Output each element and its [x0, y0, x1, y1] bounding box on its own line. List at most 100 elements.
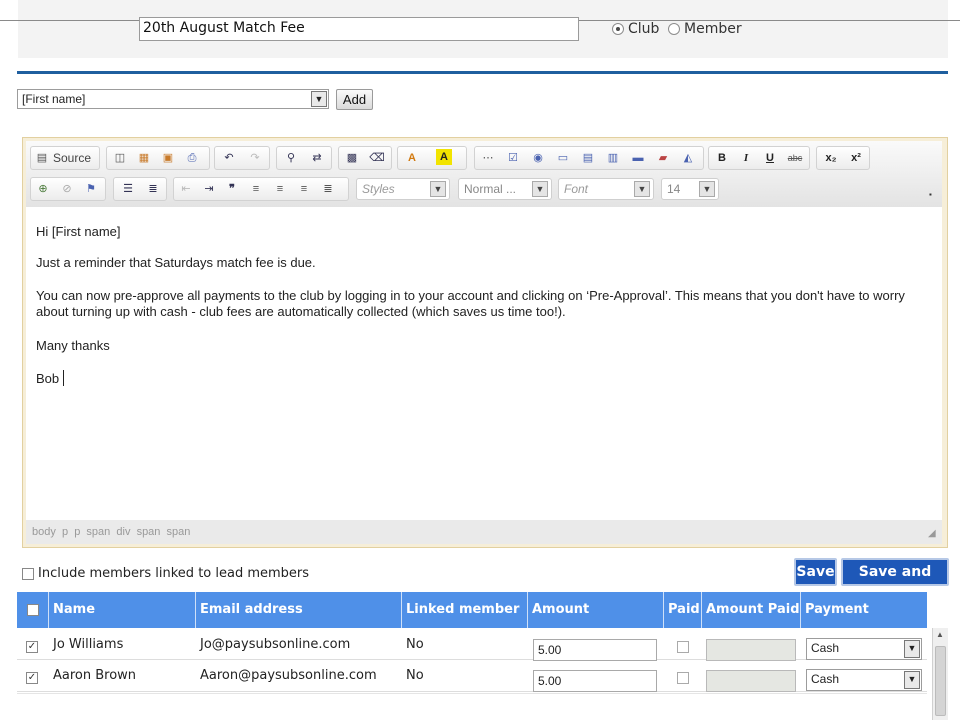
source-icon[interactable]: ▤: [32, 148, 52, 168]
italic-icon[interactable]: I: [736, 148, 756, 168]
chevron-down-icon[interactable]: ▼: [699, 181, 715, 197]
element-path[interactable]: body p p span div span span: [32, 526, 190, 538]
outdent-icon[interactable]: ⇤: [176, 179, 196, 199]
sign-off-line: Many thanks: [36, 338, 110, 353]
preview-icon[interactable]: ◫: [110, 148, 130, 168]
subject-input[interactable]: 20th August Match Fee: [139, 17, 579, 41]
paid-checkbox[interactable]: [677, 641, 689, 653]
merge-field-select[interactable]: [First name] ▼: [17, 89, 329, 109]
payment-method-value: Cash: [811, 641, 840, 655]
collapse-toolbar-icon[interactable]: ▪: [929, 190, 932, 199]
subscript-icon[interactable]: x₂: [821, 148, 841, 168]
format-combo[interactable]: Normal ... ▼: [458, 178, 552, 200]
header-name[interactable]: Name: [49, 592, 196, 628]
toolbar-group-select: ▩ ⌫: [338, 146, 392, 170]
paid-checkbox[interactable]: [677, 672, 689, 684]
styles-combo[interactable]: Styles ▼: [356, 178, 450, 200]
table-scrollbar[interactable]: ▲: [932, 628, 948, 720]
amount-paid-input[interactable]: [706, 670, 796, 692]
paste-word-icon[interactable]: ▣: [158, 148, 178, 168]
checkbox-icon[interactable]: ☑: [503, 148, 523, 168]
include-linked-checkbox[interactable]: [22, 568, 34, 580]
text-color-icon[interactable]: A: [402, 148, 422, 168]
form-icon[interactable]: ⋯: [478, 148, 498, 168]
link-icon[interactable]: ⊕: [33, 179, 53, 199]
toolbar-group-find: ⚲ ⇄: [276, 146, 332, 170]
textarea-icon[interactable]: ▤: [578, 148, 598, 168]
linked-member-value: No: [406, 668, 424, 683]
size-combo-label: 14: [667, 182, 681, 196]
strikethrough-icon[interactable]: abc: [785, 148, 805, 168]
underline-icon[interactable]: U: [760, 148, 780, 168]
hidden-field-icon[interactable]: ◭: [678, 148, 698, 168]
chevron-down-icon[interactable]: ▼: [311, 91, 327, 107]
select-field-icon[interactable]: ▥: [603, 148, 623, 168]
chevron-down-icon[interactable]: ▼: [904, 640, 920, 658]
undo-icon[interactable]: ↶: [219, 148, 239, 168]
numbered-list-icon[interactable]: ☰: [118, 179, 138, 199]
toolbar-group-colors: A A: [397, 146, 467, 170]
align-center-icon[interactable]: ≡: [270, 179, 290, 199]
bold-icon[interactable]: B: [712, 148, 732, 168]
bulleted-list-icon[interactable]: ≣: [143, 179, 163, 199]
header-amount-requested[interactable]: Amount requested: [528, 592, 664, 653]
select-all-icon[interactable]: ▩: [342, 148, 362, 168]
print-icon[interactable]: ⎙: [182, 148, 202, 168]
header-paid[interactable]: Paid: [664, 592, 702, 628]
chevron-down-icon[interactable]: ▼: [904, 671, 920, 689]
chevron-down-icon[interactable]: ▼: [634, 181, 650, 197]
header-email[interactable]: Email address: [196, 592, 402, 628]
save-button[interactable]: Save: [794, 558, 837, 586]
superscript-icon[interactable]: x²: [846, 148, 866, 168]
section-divider: [17, 71, 948, 74]
recipient-club-radio[interactable]: [612, 23, 624, 35]
scroll-up-icon[interactable]: ▲: [936, 630, 944, 639]
header-payment-method[interactable]: Payment Method: [801, 592, 927, 653]
replace-icon[interactable]: ⇄: [307, 148, 327, 168]
image-button-icon[interactable]: ▰: [653, 148, 673, 168]
button-icon[interactable]: ▬: [628, 148, 648, 168]
templates-icon[interactable]: ▦: [134, 148, 154, 168]
header-linked-member[interactable]: Linked member: [402, 592, 528, 628]
member-email: Aaron@paysubsonline.com: [200, 668, 377, 683]
background-color-icon[interactable]: A: [436, 149, 452, 165]
font-combo[interactable]: Font ▼: [558, 178, 654, 200]
amount-requested-input[interactable]: 5.00: [533, 670, 657, 692]
align-right-icon[interactable]: ≡: [294, 179, 314, 199]
indent-icon[interactable]: ⇥: [199, 179, 219, 199]
toolbar-group-lists: ☰ ≣: [113, 177, 167, 201]
anchor-icon[interactable]: ⚑: [81, 179, 101, 199]
resize-handle-icon[interactable]: ◢: [928, 528, 936, 539]
find-icon[interactable]: ⚲: [281, 148, 301, 168]
chevron-down-icon[interactable]: ▼: [430, 181, 446, 197]
row-select-checkbox[interactable]: ✓: [26, 672, 38, 684]
textfield-icon[interactable]: ▭: [553, 148, 573, 168]
select-all-checkbox[interactable]: [27, 604, 39, 616]
payment-method-select[interactable]: Cash ▼: [806, 669, 922, 691]
chevron-down-icon[interactable]: ▼: [532, 181, 548, 197]
header-amount-paid[interactable]: Amount Paid: [702, 592, 801, 628]
recipient-member-radio[interactable]: [668, 23, 680, 35]
amount-paid-input[interactable]: [706, 639, 796, 661]
amount-requested-input[interactable]: 5.00: [533, 639, 657, 661]
unlink-icon[interactable]: ⊘: [57, 179, 77, 199]
row-select-checkbox[interactable]: ✓: [26, 641, 38, 653]
payment-method-select[interactable]: Cash ▼: [806, 638, 922, 660]
toolbar-group-undo: ↶ ↷: [214, 146, 270, 170]
toolbar-group-basic: B I U abc: [708, 146, 810, 170]
format-combo-label: Normal ...: [464, 182, 517, 196]
save-and-send-button[interactable]: Save and Send: [841, 558, 949, 604]
source-button[interactable]: Source: [53, 151, 91, 165]
redo-icon[interactable]: ↷: [245, 148, 265, 168]
radio-icon[interactable]: ◉: [528, 148, 548, 168]
justify-icon[interactable]: ≣: [318, 179, 338, 199]
scrollbar-thumb[interactable]: [935, 646, 946, 716]
align-left-icon[interactable]: ≡: [246, 179, 266, 199]
add-merge-field-button[interactable]: Add: [336, 89, 373, 110]
size-combo[interactable]: 14 ▼: [661, 178, 719, 200]
remove-format-icon[interactable]: ⌫: [367, 148, 387, 168]
merge-field-value: [First name]: [22, 92, 86, 106]
blockquote-icon[interactable]: ❞: [222, 179, 242, 199]
member-name: Jo Williams: [53, 637, 124, 652]
editor-content-area[interactable]: [26, 207, 942, 520]
